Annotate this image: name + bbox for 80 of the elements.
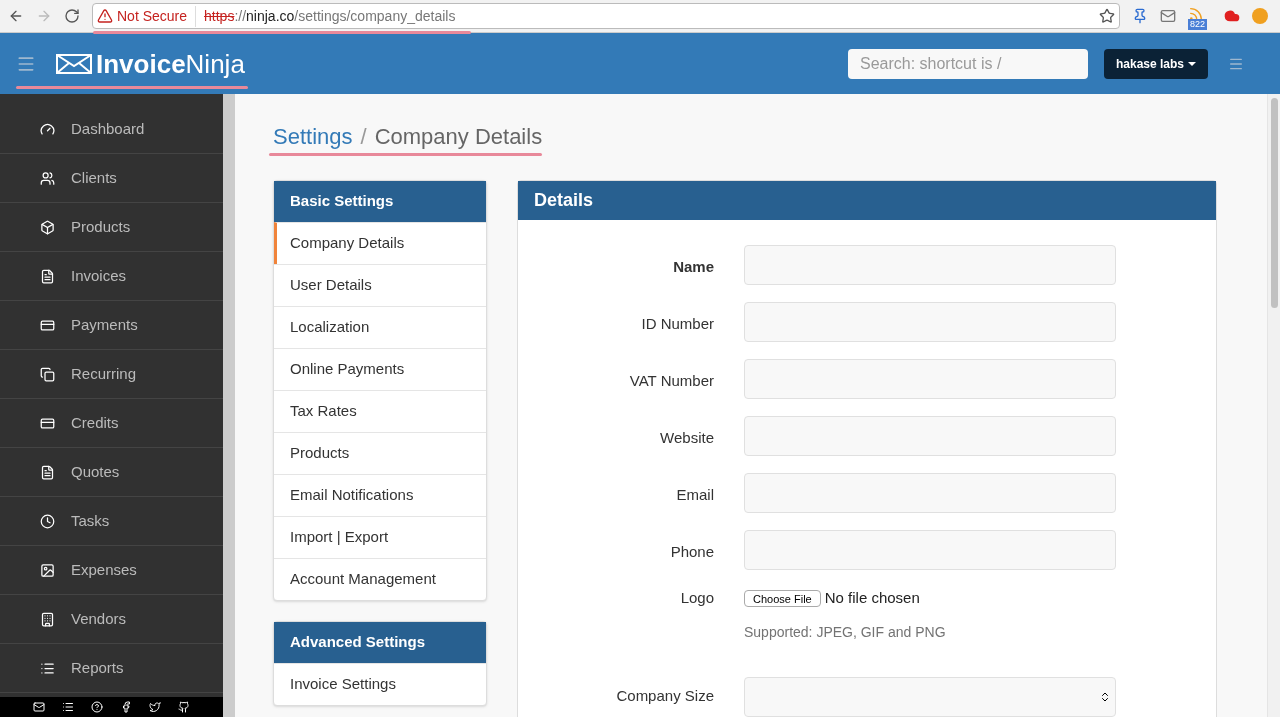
building-icon bbox=[40, 611, 55, 627]
settings-nav-item[interactable]: Email Notifications bbox=[274, 474, 486, 516]
image-icon bbox=[40, 562, 55, 578]
envelope-logo-icon bbox=[56, 53, 92, 74]
field-label: Email bbox=[675, 485, 714, 505]
field-label: Website bbox=[659, 428, 714, 448]
sidebar-item[interactable]: Dashboard bbox=[0, 105, 223, 154]
text-input[interactable] bbox=[744, 245, 1116, 285]
settings-nav-item[interactable]: Invoice Settings bbox=[274, 663, 486, 705]
search-field[interactable]: Search: shortcut is / bbox=[847, 48, 1088, 79]
account-dropdown[interactable]: hakase labs bbox=[1103, 48, 1208, 79]
cube-icon bbox=[40, 219, 55, 235]
field-label: ID Number bbox=[640, 314, 714, 334]
users-icon bbox=[40, 170, 55, 186]
sidebar-item[interactable]: Clients bbox=[0, 154, 223, 203]
panel-heading: Basic Settings bbox=[274, 181, 486, 222]
clock-icon bbox=[40, 513, 55, 529]
settings-nav-item[interactable]: Import | Export bbox=[274, 516, 486, 558]
url-text: /settings/company_details bbox=[294, 6, 456, 26]
gauge-icon bbox=[40, 121, 55, 137]
pin-icon[interactable] bbox=[1132, 8, 1148, 24]
logo-text[interactable]: InvoiceNinja bbox=[96, 50, 245, 77]
field-label: Phone bbox=[669, 542, 714, 562]
bookmark-star-icon[interactable] bbox=[1099, 8, 1115, 24]
field-label: Company Size bbox=[615, 685, 714, 706]
sidebar-item[interactable]: Tasks bbox=[0, 497, 223, 546]
list-icon[interactable] bbox=[61, 701, 74, 713]
sidebar-item[interactable]: Vendors bbox=[0, 595, 223, 644]
settings-nav-item[interactable]: Online Payments bbox=[274, 348, 486, 390]
breadcrumb-separator: / bbox=[360, 123, 367, 151]
sidebar-item[interactable]: Reports bbox=[0, 644, 223, 693]
field-label: Logo bbox=[679, 588, 714, 608]
list-icon bbox=[40, 660, 55, 676]
sidebar-item[interactable]: Products bbox=[0, 203, 223, 252]
document-icon bbox=[40, 268, 55, 284]
file-status: No file chosen bbox=[824, 588, 920, 608]
github-icon[interactable] bbox=[178, 701, 191, 713]
sidebar-item[interactable]: Recurring bbox=[0, 350, 223, 399]
help-icon[interactable] bbox=[90, 701, 103, 713]
settings-nav-item[interactable]: Products bbox=[274, 432, 486, 474]
back-icon[interactable] bbox=[8, 8, 24, 24]
text-input[interactable] bbox=[744, 359, 1116, 399]
settings-nav-item[interactable]: Account Management bbox=[274, 558, 486, 600]
select-field[interactable] bbox=[744, 676, 1116, 717]
mail-icon[interactable] bbox=[32, 701, 45, 713]
copy-icon bbox=[40, 366, 55, 382]
settings-nav-item[interactable]: Company Details bbox=[274, 222, 486, 264]
credit-card-icon bbox=[40, 317, 55, 333]
credit-card-icon bbox=[40, 415, 55, 431]
choose-file-button[interactable]: Choose File bbox=[744, 589, 821, 607]
url-text: ninja.co bbox=[246, 6, 295, 26]
panel-heading: Advanced Settings bbox=[274, 622, 486, 663]
document-icon bbox=[40, 464, 55, 480]
sidebar-item[interactable]: Payments bbox=[0, 301, 223, 350]
text-input[interactable] bbox=[744, 530, 1116, 570]
field-label: Name bbox=[672, 257, 714, 277]
breadcrumb-link[interactable]: Settings bbox=[273, 120, 353, 153]
sidebar-item[interactable]: Quotes bbox=[0, 448, 223, 497]
help-text: Supported: JPEG, GIF and PNG bbox=[744, 622, 946, 642]
text-input[interactable] bbox=[744, 416, 1116, 456]
settings-nav-item[interactable]: User Details bbox=[274, 264, 486, 306]
twitter-icon[interactable] bbox=[149, 701, 162, 713]
panel-heading: Details bbox=[518, 181, 1216, 220]
sidebar-item[interactable]: Credits bbox=[0, 399, 223, 448]
settings-nav-item[interactable]: Localization bbox=[274, 306, 486, 348]
warning-icon bbox=[97, 8, 113, 24]
text-input[interactable] bbox=[744, 473, 1116, 513]
cloud-icon[interactable] bbox=[1224, 8, 1240, 24]
url-text: https bbox=[204, 6, 235, 26]
settings-nav-item[interactable]: Tax Rates bbox=[274, 390, 486, 432]
sidebar-item[interactable]: Invoices bbox=[0, 252, 223, 301]
badge-count: 822 bbox=[1188, 19, 1208, 30]
security-label: Not Secure bbox=[117, 5, 197, 27]
field-label: VAT Number bbox=[628, 371, 714, 391]
feed-icon[interactable] bbox=[1188, 6, 1204, 22]
breadcrumb-current: Company Details bbox=[374, 123, 543, 151]
text-input[interactable] bbox=[744, 302, 1116, 342]
reload-icon[interactable] bbox=[64, 8, 80, 24]
sidebar-item[interactable]: Expenses bbox=[0, 546, 223, 595]
url-text: :// bbox=[234, 6, 247, 26]
